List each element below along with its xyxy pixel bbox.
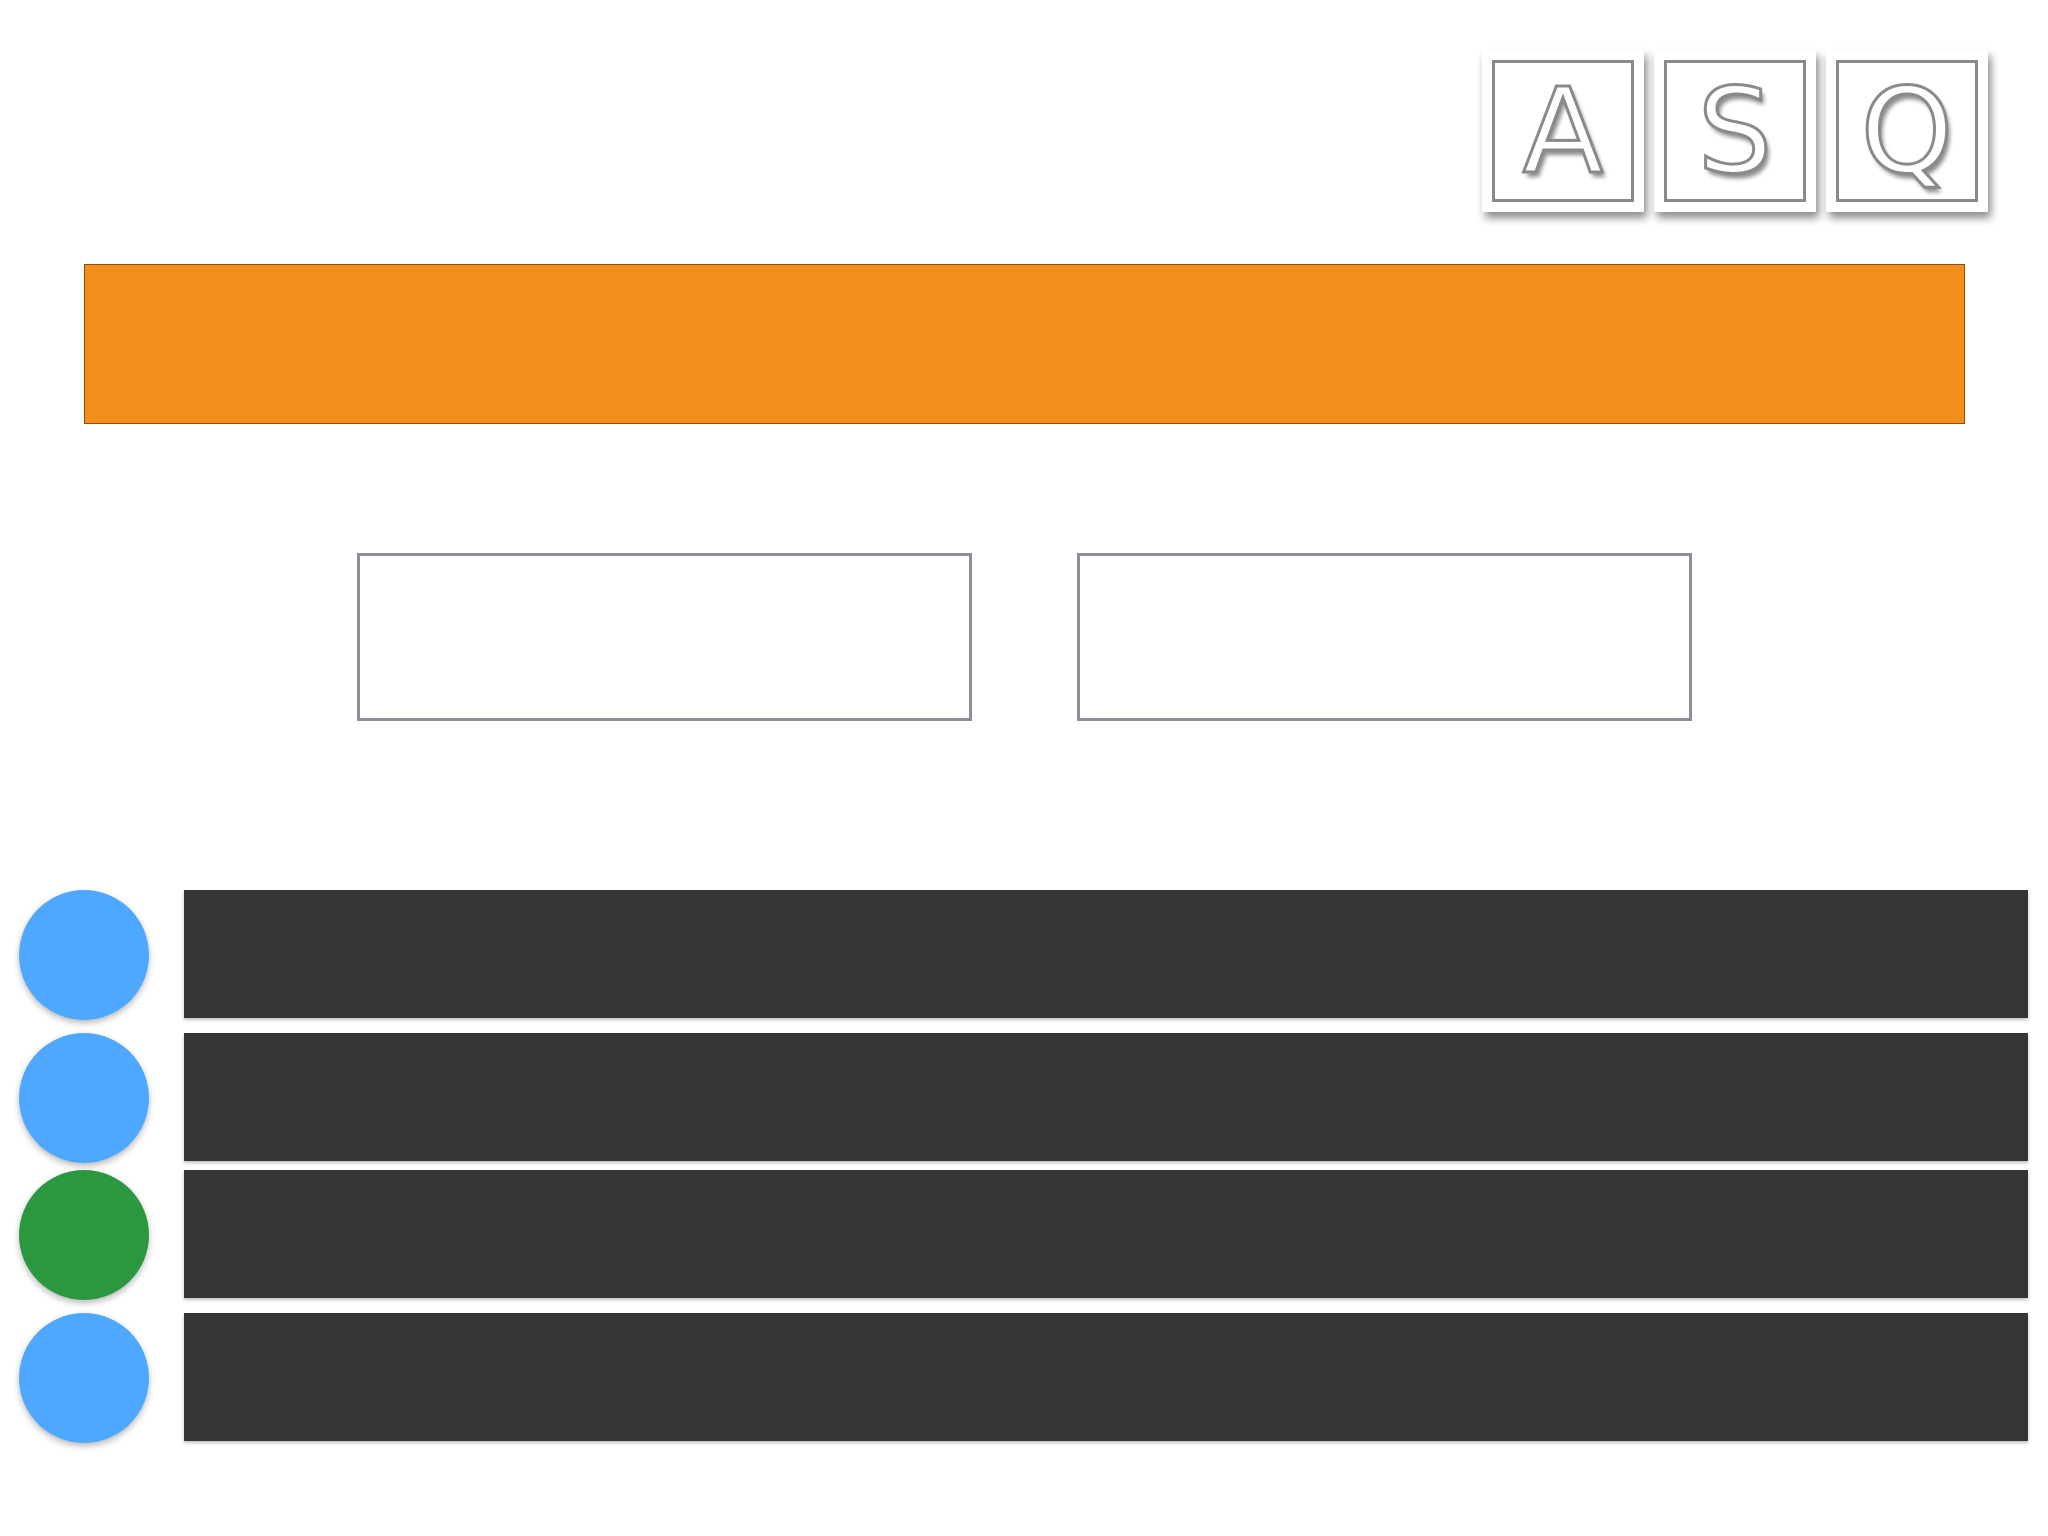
answer-bar-1[interactable] — [184, 890, 2028, 1018]
logo-tile-s: S — [1654, 50, 1816, 212]
question-banner — [84, 264, 1965, 424]
answer-option-1[interactable] — [0, 890, 2048, 1020]
answer-option-3[interactable] — [0, 1170, 2048, 1300]
answer-bar-4[interactable] — [184, 1313, 2028, 1441]
input-box-right[interactable] — [1077, 553, 1692, 721]
answer-bar-3[interactable] — [184, 1170, 2028, 1298]
answer-option-2[interactable] — [0, 1033, 2048, 1163]
logo-tile-a: A — [1482, 50, 1644, 212]
asq-logo: A S Q — [1482, 50, 1988, 212]
answer-bar-2[interactable] — [184, 1033, 2028, 1161]
input-box-left[interactable] — [357, 553, 972, 721]
logo-tile-q: Q — [1826, 50, 1988, 212]
answer-indicator-2[interactable] — [19, 1033, 149, 1163]
answer-indicator-4[interactable] — [19, 1313, 149, 1443]
answer-indicator-3[interactable] — [19, 1170, 149, 1300]
answer-indicator-1[interactable] — [19, 890, 149, 1020]
answer-option-4[interactable] — [0, 1313, 2048, 1443]
